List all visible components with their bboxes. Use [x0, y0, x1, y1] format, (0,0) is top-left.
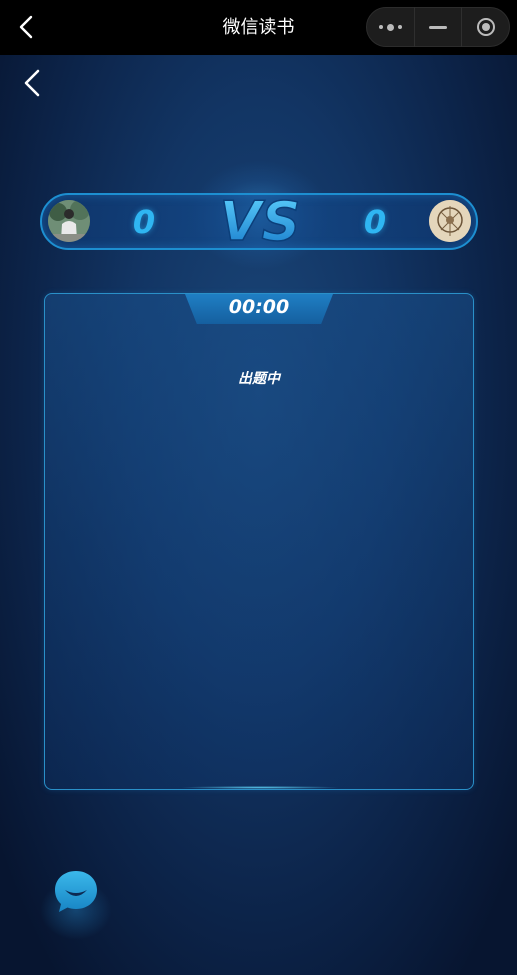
player-left-score: 0 — [132, 203, 156, 241]
question-status: 出题中 — [238, 371, 280, 387]
panel-glow-line — [180, 786, 340, 789]
vs-emblem: VS — [219, 189, 301, 252]
more-button[interactable] — [367, 8, 414, 46]
top-bar: 微信读书 — [0, 0, 517, 55]
person-photo-icon — [48, 200, 90, 242]
sketch-photo-icon — [429, 200, 471, 242]
page-back-button[interactable] — [20, 68, 46, 98]
chat-bubble-icon — [55, 871, 97, 912]
target-circle-icon — [476, 18, 495, 36]
player-right-score: 0 — [363, 203, 387, 241]
minimize-button[interactable] — [415, 8, 462, 46]
minimize-icon — [429, 25, 447, 29]
countdown-timer: 00:00 — [228, 296, 290, 318]
chat-button[interactable] — [52, 868, 100, 916]
battle-screen: 微信读书 0 VS 0 00:00 出题中 — [0, 0, 517, 975]
capsule-menu — [366, 7, 510, 47]
vs-label: VS — [220, 190, 301, 252]
player-left-avatar — [48, 200, 90, 242]
player-right-avatar — [429, 200, 471, 242]
chevron-left-icon — [19, 15, 33, 39]
chevron-left-icon — [24, 69, 40, 97]
more-dots-icon — [378, 23, 402, 31]
window-back-button[interactable] — [14, 14, 40, 40]
close-button[interactable] — [462, 8, 509, 46]
